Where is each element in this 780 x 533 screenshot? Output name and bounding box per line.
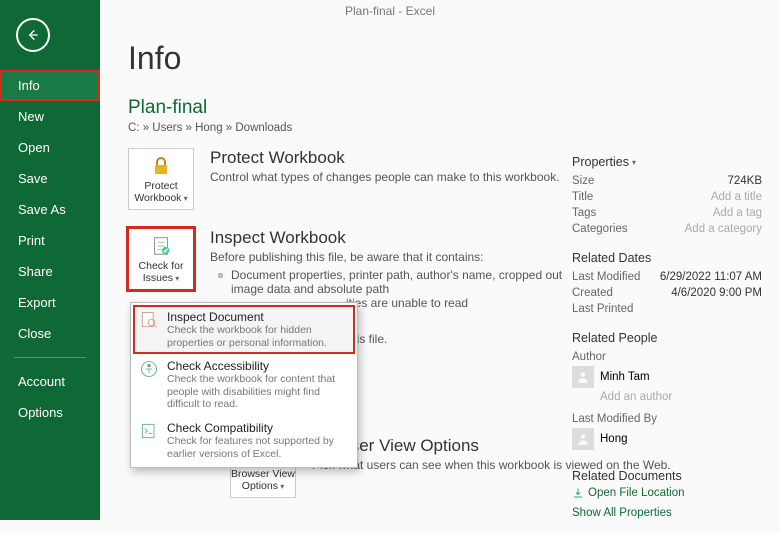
protect-heading: Protect Workbook xyxy=(210,148,560,168)
modified-by-label: Last Modified By xyxy=(572,413,762,425)
inspect-bullet-1: Document properties, printer path, autho… xyxy=(231,268,588,296)
author-name: Minh Tam xyxy=(600,371,650,383)
inspect-desc: Before publishing this file, be aware th… xyxy=(210,250,580,264)
modified-by-name: Hong xyxy=(600,433,628,445)
lock-icon xyxy=(148,153,174,179)
properties-panel: Properties▾ Size 724KB Title Add a title T… xyxy=(572,155,762,533)
sidebar-item-account[interactable]: Account xyxy=(0,366,100,397)
author-row[interactable]: Minh Tam xyxy=(572,363,762,391)
modified-by-row[interactable]: Hong xyxy=(572,425,762,453)
compatibility-icon xyxy=(139,421,159,441)
file-path-breadcrumb[interactable]: C: » Users » Hong » Downloads xyxy=(128,122,780,134)
sidebar-item-export[interactable]: Export xyxy=(0,287,100,318)
back-button[interactable] xyxy=(16,18,50,52)
inspect-heading: Inspect Workbook xyxy=(210,228,588,248)
add-author[interactable]: Add an author xyxy=(600,391,762,403)
protect-desc: Control what types of changes people can… xyxy=(210,170,560,184)
sidebar-separator xyxy=(14,357,86,358)
menu-compat-title: Check Compatibility xyxy=(167,421,349,435)
check-issues-menu: Inspect Document Check the workbook for … xyxy=(130,302,358,468)
sidebar-item-new[interactable]: New xyxy=(0,101,100,132)
prop-title-label: Title xyxy=(572,191,593,203)
sidebar-item-share[interactable]: Share xyxy=(0,256,100,287)
inspect-bullet-2: ities are unable to read xyxy=(346,296,468,310)
browser-button-label: Browser View Options xyxy=(231,468,295,492)
sidebar-item-close[interactable]: Close xyxy=(0,318,100,349)
inspect-document-icon xyxy=(139,310,159,330)
show-all-properties-link[interactable]: Show All Properties xyxy=(572,507,762,519)
menu-inspect-doc-sub: Check the workbook for hidden properties… xyxy=(167,324,349,349)
protect-workbook-button[interactable]: Protect Workbook ▾ xyxy=(128,148,194,210)
menu-inspect-doc-title: Inspect Document xyxy=(167,310,349,324)
prop-size-label: Size xyxy=(572,175,594,187)
prop-size-value: 724KB xyxy=(727,175,762,187)
author-label: Author xyxy=(572,351,762,363)
related-people-header: Related People xyxy=(572,331,762,345)
related-documents-header: Related Documents xyxy=(572,469,762,483)
prop-categories-value[interactable]: Add a category xyxy=(685,223,762,235)
file-title: Plan-final xyxy=(128,97,780,119)
menu-accessibility-title: Check Accessibility xyxy=(167,359,349,373)
last-modified-label: Last Modified xyxy=(572,271,640,283)
menu-check-compatibility[interactable]: Check Compatibility Check for features n… xyxy=(133,416,355,465)
last-modified-value: 6/29/2022 11:07 AM xyxy=(660,271,762,283)
avatar-icon xyxy=(572,428,594,450)
prop-tags-label: Tags xyxy=(572,207,596,219)
check-for-issues-button[interactable]: Check for Issues ▾ xyxy=(128,228,194,290)
backstage-sidebar: Info New Open Save Save As Print Share E… xyxy=(0,0,100,520)
document-check-icon xyxy=(148,233,174,259)
sidebar-item-info[interactable]: Info xyxy=(0,70,100,101)
inspect-trailing-text: f this file. xyxy=(340,332,588,346)
prop-categories-label: Categories xyxy=(572,223,628,235)
properties-header[interactable]: Properties▾ xyxy=(572,155,762,169)
prop-tags-value[interactable]: Add a tag xyxy=(713,207,762,219)
created-label: Created xyxy=(572,287,613,299)
sidebar-item-save-as[interactable]: Save As xyxy=(0,194,100,225)
sidebar-item-options[interactable]: Options xyxy=(0,397,100,428)
open-file-location-link[interactable]: Open File Location xyxy=(572,487,762,499)
menu-compat-sub: Check for features not supported by earl… xyxy=(167,435,349,460)
sidebar-item-save[interactable]: Save xyxy=(0,163,100,194)
menu-accessibility-sub: Check the workbook for content that peop… xyxy=(167,373,349,411)
avatar-icon xyxy=(572,366,594,388)
protect-button-label: Protect Workbook xyxy=(134,180,181,204)
accessibility-icon xyxy=(139,359,159,379)
arrow-left-icon xyxy=(25,27,41,43)
prop-title-value[interactable]: Add a title xyxy=(711,191,762,203)
created-value: 4/6/2020 9:00 PM xyxy=(671,287,762,299)
page-heading: Info xyxy=(128,40,780,77)
menu-check-accessibility[interactable]: Check Accessibility Check the workbook f… xyxy=(133,354,355,416)
download-icon xyxy=(572,487,584,499)
last-printed-label: Last Printed xyxy=(572,303,633,315)
sidebar-item-print[interactable]: Print xyxy=(0,225,100,256)
related-dates-header: Related Dates xyxy=(572,251,762,265)
menu-inspect-document[interactable]: Inspect Document Check the workbook for … xyxy=(133,305,355,354)
sidebar-item-open[interactable]: Open xyxy=(0,132,100,163)
